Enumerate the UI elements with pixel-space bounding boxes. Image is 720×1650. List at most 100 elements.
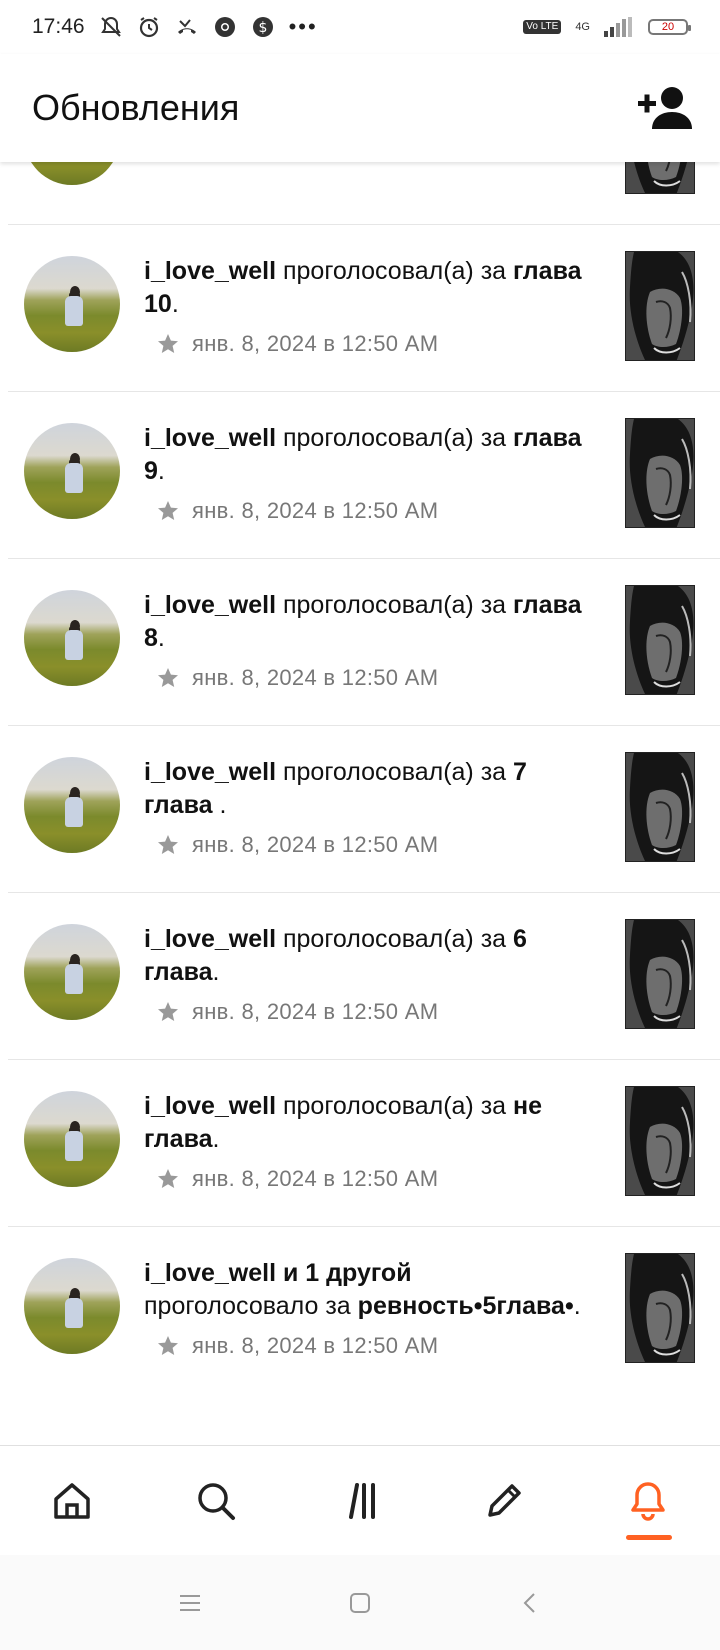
notification-suffix: . <box>157 457 165 485</box>
svg-text:$: $ <box>258 20 267 36</box>
notification-time: янв. 8, 2024 в 12:50 AM <box>192 665 439 690</box>
notification-item[interactable]: 11глава.янв. 8, 2024 в 12:51 AM <box>8 162 720 225</box>
dollar-icon: $ <box>252 17 273 37</box>
notification-suffix: . <box>171 290 179 318</box>
missed-call-icon <box>177 19 196 34</box>
notification-user[interactable]: i_love_well <box>144 257 276 285</box>
notification-message: i_love_well проголосовал(а) за не глава. <box>144 1090 584 1156</box>
system-back-button[interactable] <box>510 1583 550 1623</box>
signal-icon <box>604 17 632 37</box>
notifications-feed[interactable]: 11глава.янв. 8, 2024 в 12:51 AM i_love_we… <box>0 162 720 1445</box>
more-dots-icon: ••• <box>288 14 318 39</box>
story-cover-thumbnail[interactable] <box>625 752 695 862</box>
add-user-icon <box>638 87 692 129</box>
bell-icon <box>631 1482 665 1521</box>
notification-action: проголосовал(а) за <box>276 925 514 953</box>
user-avatar[interactable] <box>24 423 120 519</box>
system-home-button[interactable] <box>340 1583 380 1623</box>
story-cover-thumbnail[interactable] <box>625 418 695 528</box>
nav-write[interactable] <box>459 1456 549 1546</box>
notification-text: i_love_well проголосовал(а) за глава 10.… <box>144 255 584 357</box>
star-icon <box>158 1336 178 1355</box>
avatar-figure-body <box>65 797 83 827</box>
bottom-nav <box>0 1445 720 1556</box>
notification-item[interactable]: i_love_well проголосовал(а) за 6 глава. я… <box>8 893 720 1060</box>
notification-target[interactable]: ревность•5глава• <box>358 1292 574 1320</box>
notification-meta: янв. 8, 2024 в 12:50 AM <box>156 1333 584 1359</box>
add-friend-button[interactable] <box>634 83 694 133</box>
avatar-figure-body <box>65 630 83 660</box>
story-cover-thumbnail[interactable] <box>625 585 695 695</box>
avatar-figure-body <box>65 463 83 493</box>
notification-meta: янв. 8, 2024 в 12:50 AM <box>156 999 584 1025</box>
nav-notifications[interactable] <box>603 1456 693 1546</box>
notification-item[interactable]: i_love_well проголосовал(а) за глава 9. я… <box>8 392 720 559</box>
cover-illustration <box>626 252 694 360</box>
alarm-icon <box>139 17 158 38</box>
battery-icon: 20 <box>648 19 691 35</box>
notification-suffix: . <box>573 1292 581 1320</box>
notification-user[interactable]: i_love_well <box>144 424 276 452</box>
cover-illustration <box>626 753 694 861</box>
back-icon <box>523 1592 535 1613</box>
user-avatar[interactable] <box>24 256 120 352</box>
cover-illustration <box>626 1254 694 1362</box>
notification-action: проголосовал(а) за <box>276 424 514 452</box>
notification-action: проголосовал(а) за <box>276 1092 514 1120</box>
notification-user[interactable]: i_love_well <box>144 758 276 786</box>
user-avatar[interactable] <box>24 1091 120 1187</box>
story-cover-thumbnail[interactable] <box>625 1253 695 1363</box>
nav-search[interactable] <box>171 1456 261 1546</box>
notification-item[interactable]: i_love_well проголосовал(а) за 7 глава .… <box>8 726 720 893</box>
notifications-list: 11глава.янв. 8, 2024 в 12:51 AM i_love_we… <box>0 162 720 1413</box>
notification-message: i_love_well проголосовал(а) за глава 9. <box>144 422 584 488</box>
notification-item[interactable]: i_love_well и 1 другой проголосовало за … <box>8 1227 720 1413</box>
cover-illustration <box>626 1087 694 1195</box>
cover-illustration <box>626 162 694 193</box>
user-avatar[interactable] <box>24 590 120 686</box>
notification-time: янв. 8, 2024 в 12:50 AM <box>192 1333 439 1358</box>
notification-action: проголосовало за <box>144 1292 358 1320</box>
notification-message: i_love_well проголосовал(а) за глава 10. <box>144 255 584 321</box>
search-icon <box>198 1483 235 1520</box>
notification-meta: янв. 8, 2024 в 12:50 AM <box>156 331 584 357</box>
notification-text: i_love_well проголосовал(а) за глава 9. я… <box>144 422 584 524</box>
user-avatar[interactable] <box>24 757 120 853</box>
notification-text: i_love_well проголосовал(а) за глава 8. я… <box>144 589 584 691</box>
notification-user[interactable]: i_love_well <box>144 591 276 619</box>
notification-message: i_love_well проголосовал(а) за 6 глава. <box>144 923 584 989</box>
story-cover-thumbnail[interactable] <box>625 919 695 1029</box>
notification-time: янв. 8, 2024 в 12:50 AM <box>192 498 439 523</box>
cover-illustration <box>626 586 694 694</box>
chrome-icon <box>214 17 235 37</box>
system-menu-button[interactable] <box>170 1583 210 1623</box>
notification-user[interactable]: i_love_well <box>144 1092 276 1120</box>
nav-library[interactable] <box>315 1456 405 1546</box>
avatar-figure-body <box>65 1298 83 1328</box>
user-avatar[interactable] <box>24 924 120 1020</box>
library-icon <box>349 1483 375 1519</box>
notification-user[interactable]: i_love_well <box>144 925 276 953</box>
notification-time: янв. 8, 2024 в 12:50 AM <box>192 999 439 1024</box>
active-tab-indicator <box>626 1535 672 1540</box>
cover-illustration <box>626 920 694 1028</box>
app-bar: Обновления <box>0 54 720 162</box>
story-cover-thumbnail[interactable] <box>625 162 695 194</box>
volte-badge: Vo LTE <box>523 20 562 34</box>
home-icon <box>54 1483 90 1519</box>
story-cover-thumbnail[interactable] <box>625 1086 695 1196</box>
notification-time: янв. 8, 2024 в 12:50 AM <box>192 832 439 857</box>
notification-item[interactable]: i_love_well проголосовал(а) за глава 10.… <box>8 225 720 392</box>
notification-user[interactable]: i_love_well и 1 другой <box>144 1259 412 1287</box>
notification-text: i_love_well проголосовал(а) за 6 глава. я… <box>144 923 584 1025</box>
user-avatar[interactable] <box>24 1258 120 1354</box>
notification-item[interactable]: i_love_well проголосовал(а) за глава 8. я… <box>8 559 720 726</box>
notification-time: янв. 8, 2024 в 12:50 AM <box>192 331 439 356</box>
notification-suffix: . <box>219 791 227 819</box>
notification-item[interactable]: i_love_well проголосовал(а) за не глава.… <box>8 1060 720 1227</box>
user-avatar[interactable] <box>24 162 120 185</box>
story-cover-thumbnail[interactable] <box>625 251 695 361</box>
notification-meta: янв. 8, 2024 в 12:50 AM <box>156 498 584 524</box>
nav-home[interactable] <box>27 1456 117 1546</box>
home-square-icon <box>350 1592 370 1613</box>
